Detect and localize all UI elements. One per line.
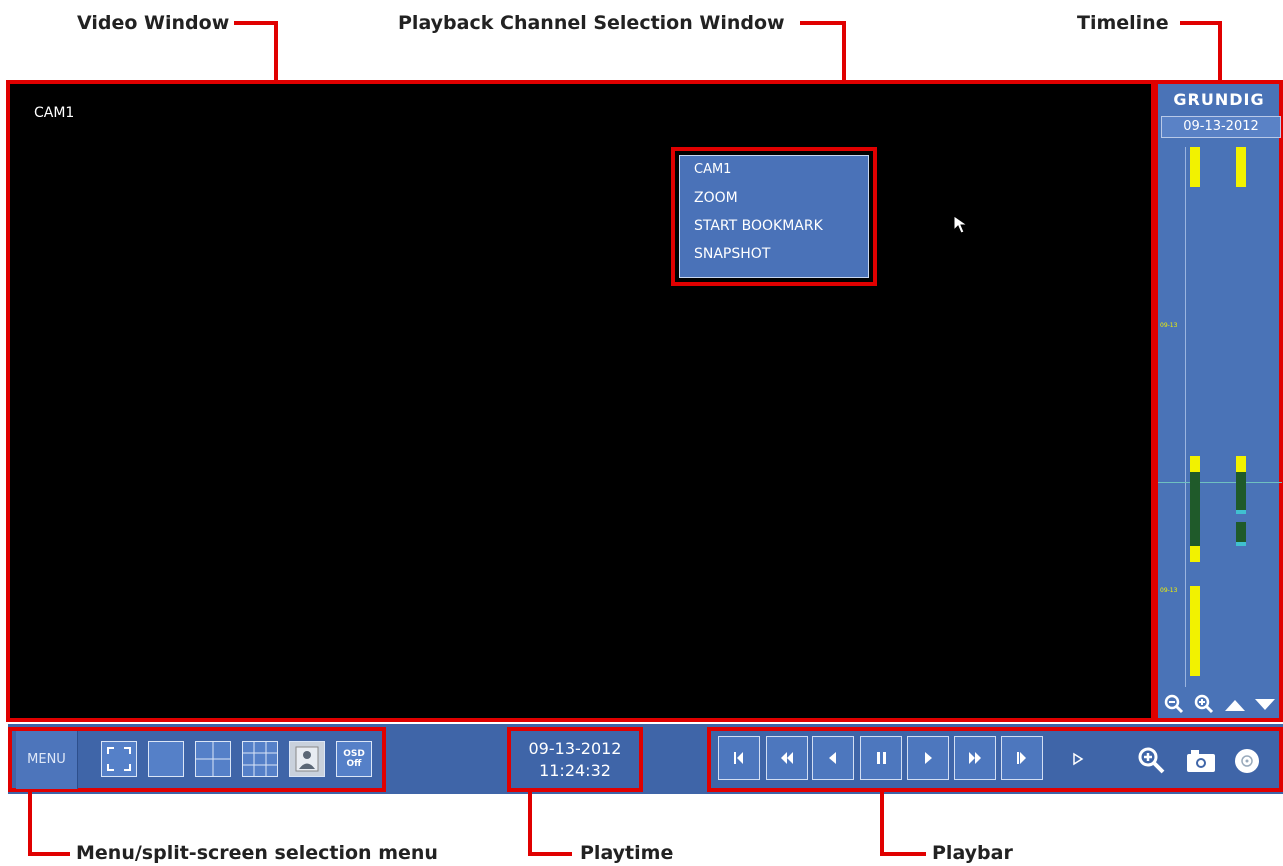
play-button[interactable] <box>907 736 949 780</box>
callout-playbar: Playbar <box>932 842 1013 864</box>
brand-logo: GRUNDIG <box>1173 90 1265 109</box>
callout-line <box>880 852 926 856</box>
timeline-motion-bar <box>1236 522 1246 542</box>
split-1-button[interactable] <box>148 741 184 777</box>
fullscreen-button[interactable] <box>101 741 137 777</box>
fast-rewind-icon <box>781 752 793 764</box>
playtime-time: 11:24:32 <box>539 761 611 780</box>
osd-off-button[interactable]: OSD Off <box>336 741 372 777</box>
zoom-icon[interactable] <box>1136 745 1166 775</box>
step-back-icon <box>734 752 743 764</box>
callout-playtime: Playtime <box>580 842 674 864</box>
playtime-display: 09-13-2012 11:24:32 <box>507 731 643 787</box>
camera-label: CAM1 <box>34 105 75 121</box>
callout-line <box>1180 21 1222 25</box>
pause-button[interactable] <box>860 736 902 780</box>
timeline-marker-label: 09-13 <box>1160 322 1178 329</box>
osd-off-label: Off <box>346 759 362 769</box>
timeline-event-bar <box>1236 510 1246 514</box>
popup-item-zoom[interactable]: ZOOM <box>694 190 738 206</box>
fast-forward-button[interactable] <box>954 736 996 780</box>
callout-timeline: Timeline <box>1077 12 1169 34</box>
split-9-icon <box>243 742 277 776</box>
osd-label: OSD <box>343 749 365 759</box>
timeline-record-bar <box>1236 147 1246 187</box>
step-forward-icon <box>1017 752 1026 764</box>
pause-icon <box>877 752 886 764</box>
timeline-axis <box>1185 147 1186 687</box>
timeline-cursor-line <box>1158 482 1282 483</box>
down-arrow-icon[interactable] <box>1254 698 1276 712</box>
single-user-button[interactable] <box>289 741 325 777</box>
callout-line <box>528 852 572 856</box>
fullscreen-icon <box>107 747 131 771</box>
playtime-date: 09-13-2012 <box>528 739 622 758</box>
menu-button[interactable]: MENU <box>16 731 78 789</box>
popup-item-snapshot[interactable]: SNAPSHOT <box>694 246 770 262</box>
split-4-button[interactable] <box>195 741 231 777</box>
timeline-date[interactable]: 09-13-2012 <box>1161 116 1281 138</box>
callout-line <box>28 792 32 856</box>
timeline-motion-bar <box>1190 472 1200 546</box>
record-disc-icon[interactable] <box>1233 747 1261 775</box>
timeline-record-bar <box>1190 456 1200 472</box>
timeline-record-bar <box>1190 147 1200 187</box>
camera-snapshot-icon[interactable] <box>1185 748 1217 774</box>
slow-play-icon[interactable] <box>1071 752 1085 766</box>
callout-line <box>274 21 278 83</box>
video-window-highlight <box>6 80 1155 722</box>
channel-selection-popup: CAM1 ZOOM START BOOKMARK SNAPSHOT <box>679 155 869 278</box>
popup-item-cam1[interactable]: CAM1 <box>694 162 731 177</box>
timeline-motion-bar <box>1236 472 1246 510</box>
play-reverse-button[interactable] <box>812 736 854 780</box>
callout-line <box>28 852 70 856</box>
timeline-highlight <box>1154 80 1283 722</box>
callout-channel-window: Playback Channel Selection Window <box>398 12 785 34</box>
callout-video-window: Video Window <box>77 12 230 34</box>
timeline-record-bar <box>1236 456 1246 472</box>
fast-rewind-button[interactable] <box>766 736 808 780</box>
timeline-record-bar <box>1190 586 1200 676</box>
callout-line <box>1218 21 1222 83</box>
zoom-in-icon[interactable] <box>1194 694 1214 714</box>
callout-line <box>880 792 884 856</box>
user-icon <box>295 746 319 772</box>
callout-line <box>800 21 846 25</box>
callout-menu: Menu/split-screen selection menu <box>76 842 438 864</box>
step-forward-button[interactable] <box>1001 736 1043 780</box>
split-9-button[interactable] <box>242 741 278 777</box>
timeline-marker-label: 09-13 <box>1160 587 1178 594</box>
play-reverse-icon <box>829 752 836 764</box>
up-arrow-icon[interactable] <box>1224 698 1246 712</box>
play-icon <box>925 752 932 764</box>
mouse-cursor-icon <box>953 215 969 234</box>
zoom-out-icon[interactable] <box>1164 694 1184 714</box>
step-back-button[interactable] <box>718 736 760 780</box>
callout-line <box>528 792 532 856</box>
callout-line <box>234 21 278 25</box>
fast-forward-icon <box>969 752 981 764</box>
popup-item-start-bookmark[interactable]: START BOOKMARK <box>694 218 823 234</box>
timeline-record-bar <box>1190 546 1200 562</box>
timeline-event-bar <box>1236 542 1246 546</box>
split-4-icon <box>196 742 230 776</box>
